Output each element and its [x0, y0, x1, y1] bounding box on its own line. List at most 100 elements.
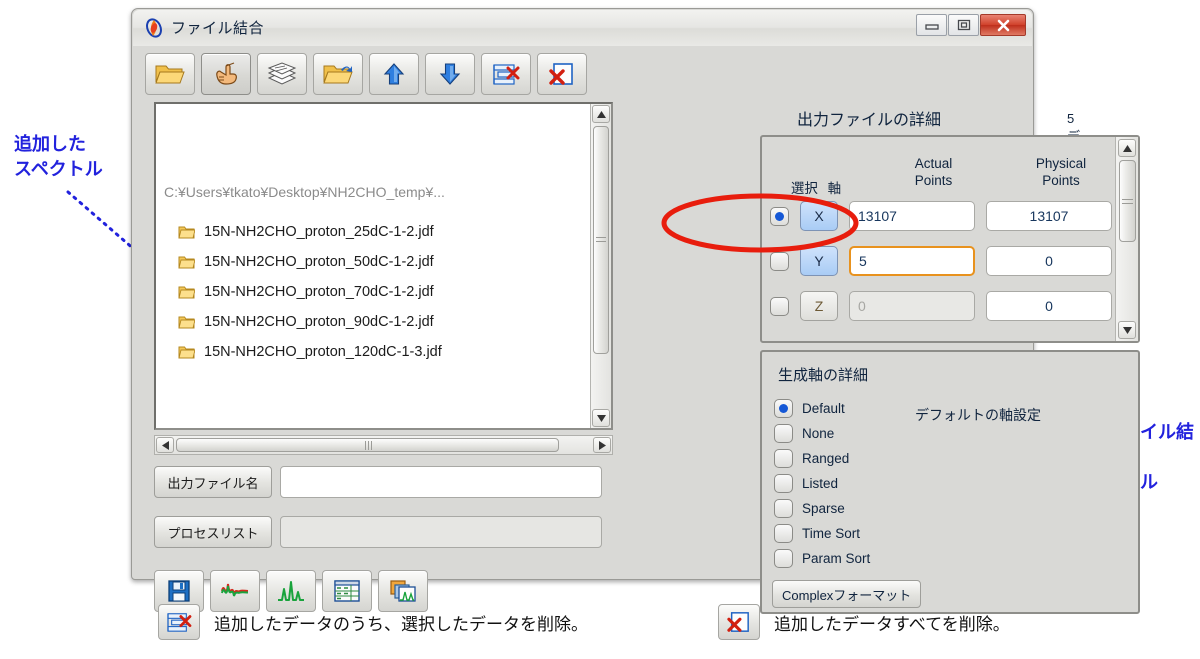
axis-panel-scrollbar[interactable] [1115, 137, 1138, 341]
actual-points-input-y[interactable] [849, 246, 975, 276]
file-list-frame: C:¥Users¥tkato¥Desktop¥NH2CHO_temp¥... 1… [154, 102, 613, 430]
file-list[interactable]: C:¥Users¥tkato¥Desktop¥NH2CHO_temp¥... 1… [156, 104, 591, 428]
option-default[interactable]: Default [774, 397, 845, 419]
radio-time-sort[interactable] [774, 524, 793, 543]
option-param-sort[interactable]: Param Sort [774, 547, 870, 569]
axis-select-radio-y[interactable] [770, 252, 789, 271]
radio-default[interactable] [774, 399, 793, 418]
file-list-path: C:¥Users¥tkato¥Desktop¥NH2CHO_temp¥... [164, 184, 445, 200]
radio-none[interactable] [774, 424, 793, 443]
scrollbar-thumb[interactable] [176, 438, 559, 452]
scroll-down-button[interactable] [592, 409, 610, 427]
delete-selected-button[interactable] [481, 53, 531, 95]
scrollbar-thumb[interactable] [1119, 160, 1136, 242]
generation-axis-title: 生成軸の詳細 [778, 364, 868, 385]
title-bar: ファイル結合 [133, 10, 1032, 46]
delta-app-icon [144, 18, 164, 38]
physical-points-input-z[interactable] [986, 291, 1112, 321]
radio-param-sort[interactable] [774, 549, 793, 568]
folder-icon [178, 255, 195, 269]
list-item[interactable]: 15N-NH2CHO_proton_90dC-1-2.jdf [178, 307, 434, 337]
actual-points-line2: Points [865, 172, 1002, 189]
option-label: Time Sort [802, 526, 860, 541]
fid-waveform-icon [221, 580, 249, 602]
actual-points-input-x[interactable] [849, 201, 975, 231]
output-detail-title: 出力ファイルの詳細 [797, 106, 941, 130]
stacked-spectra-icon [390, 580, 416, 602]
list-item-label: 15N-NH2CHO_proton_120dC-1-3.jdf [204, 344, 442, 360]
triangle-up-icon [597, 111, 606, 118]
column-header-actual-points: Actual Points [865, 155, 1002, 189]
window-client-area: C:¥Users¥tkato¥Desktop¥NH2CHO_temp¥... 1… [137, 49, 1028, 574]
output-file-label[interactable]: 出力ファイル名 [154, 466, 272, 498]
list-item[interactable]: 15N-NH2CHO_proton_70dC-1-2.jdf [178, 277, 434, 307]
list-item-label: 15N-NH2CHO_proton_90dC-1-2.jdf [204, 314, 434, 330]
output-file-input[interactable] [280, 466, 602, 498]
spectrum-peaks-icon [277, 580, 305, 602]
option-sparse[interactable]: Sparse [774, 497, 845, 519]
annotation-left-line1: 追加した [14, 132, 103, 157]
pointing-hand-icon [213, 62, 239, 86]
option-label: Default [802, 401, 845, 416]
actual-points-input-z[interactable] [849, 291, 975, 321]
option-label: Ranged [802, 451, 849, 466]
delete-all-button[interactable] [537, 53, 587, 95]
move-up-button[interactable] [369, 53, 419, 95]
open-folder-arrow-button[interactable] [313, 53, 363, 95]
scrollbar-thumb[interactable] [593, 126, 609, 354]
highlight-ellipse [660, 192, 860, 254]
list-item-label: 15N-NH2CHO_proton_50dC-1-2.jdf [204, 254, 434, 270]
axis-select-radio-z[interactable] [770, 297, 789, 316]
close-button[interactable] [980, 14, 1026, 36]
process-list-row: プロセスリスト [154, 516, 602, 548]
caption-text: 追加したデータのうち、選択したデータを削除。 [214, 610, 588, 635]
caption-button-group [916, 14, 1026, 36]
physical-points-line1: Physical [1006, 155, 1116, 172]
list-item[interactable]: 15N-NH2CHO_proton_120dC-1-3.jdf [178, 337, 442, 367]
folder-icon [178, 315, 195, 329]
option-none[interactable]: None [774, 422, 834, 444]
floppy-disk-icon [167, 579, 191, 603]
option-ranged[interactable]: Ranged [774, 447, 849, 469]
option-label: Param Sort [802, 551, 870, 566]
select-pointer-button[interactable] [201, 53, 251, 95]
option-time-sort[interactable]: Time Sort [774, 522, 860, 544]
file-list-horizontal-scrollbar[interactable] [154, 435, 613, 455]
column-header-physical-points: Physical Points [1006, 155, 1116, 189]
radio-sparse[interactable] [774, 499, 793, 518]
table-grid-icon [334, 580, 360, 602]
stack-data-button[interactable] [257, 53, 307, 95]
option-listed[interactable]: Listed [774, 472, 838, 494]
list-item[interactable]: 15N-NH2CHO_proton_25dC-1-2.jdf [178, 217, 434, 247]
scroll-left-button[interactable] [156, 437, 174, 453]
physical-points-line2: Points [1006, 172, 1116, 189]
radio-ranged[interactable] [774, 449, 793, 468]
process-list-label[interactable]: プロセスリスト [154, 516, 272, 548]
list-delete-icon [492, 62, 520, 86]
page-delete-icon [727, 611, 751, 633]
file-list-vertical-scrollbar[interactable] [590, 104, 611, 428]
main-toolbar [145, 53, 587, 95]
restore-button[interactable] [948, 14, 979, 36]
restore-icon [957, 19, 971, 31]
axis-button-z[interactable]: Z [800, 291, 838, 321]
scroll-down-button[interactable] [1118, 321, 1136, 339]
physical-points-input-y[interactable] [986, 246, 1112, 276]
physical-points-input-x[interactable] [986, 201, 1112, 231]
page-delete-icon [549, 62, 575, 86]
scroll-up-button[interactable] [1118, 139, 1136, 157]
list-item[interactable]: 15N-NH2CHO_proton_50dC-1-2.jdf [178, 247, 434, 277]
application-window: ファイル結合 [131, 8, 1034, 580]
triangle-left-icon [162, 441, 169, 450]
open-folder-button[interactable] [145, 53, 195, 95]
minimize-button[interactable] [916, 14, 947, 36]
folder-icon [178, 285, 195, 299]
move-down-button[interactable] [425, 53, 475, 95]
radio-listed[interactable] [774, 474, 793, 493]
scroll-right-button[interactable] [593, 437, 611, 453]
folder-icon [178, 225, 195, 239]
scroll-up-button[interactable] [592, 105, 610, 123]
process-list-input[interactable] [280, 516, 602, 548]
option-label: Sparse [802, 501, 845, 516]
annotation-left: 追加した スペクトル [14, 132, 103, 182]
